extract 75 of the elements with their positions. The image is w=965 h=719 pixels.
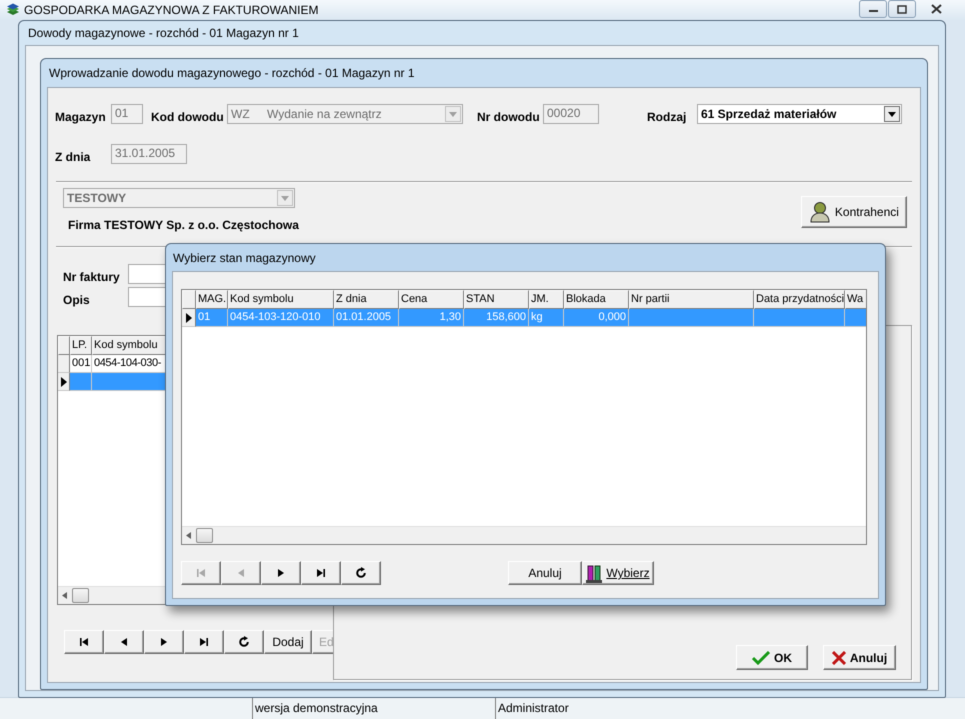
- scrollbar-thumb[interactable]: [72, 588, 89, 603]
- app-title: GOSPODARKA MAGAZYNOWA Z FAKTUROWANIEM: [24, 3, 318, 17]
- table-cell: [845, 309, 866, 327]
- column-header[interactable]: LP.: [70, 336, 92, 355]
- column-header[interactable]: Blokada: [564, 290, 629, 309]
- column-header[interactable]: MAG.: [196, 290, 228, 309]
- field-label: Magazyn: [55, 109, 107, 124]
- last-record-icon: [198, 636, 210, 648]
- field-label: Nr faktury: [63, 269, 121, 284]
- field-label: Z dnia: [55, 149, 92, 164]
- field-label: Nr dowodu: [477, 109, 541, 124]
- table-cell: 0454-103-120-010: [228, 309, 334, 327]
- field-label: Kod dowodu: [151, 109, 225, 124]
- dropdown-arrow-icon: [888, 112, 896, 116]
- add-button[interactable]: Dodaj: [264, 630, 312, 654]
- current-row-icon: [60, 376, 66, 386]
- minimize-button[interactable]: [859, 0, 887, 18]
- column-header[interactable]: Data przydatności: [754, 290, 845, 309]
- scrollbar-thumb[interactable]: [196, 528, 213, 543]
- navigation-button[interactable]: [261, 561, 301, 585]
- first-record-icon: [195, 567, 207, 579]
- dialog-title: Wybierz stan magazynowy: [172, 250, 317, 266]
- column-header[interactable]: Wa: [845, 290, 866, 309]
- column-header[interactable]: JM.: [529, 290, 564, 309]
- window-title: Wprowadzanie dowodu magazynowego - rozchód - 01 Magazyn nr 1: [48, 65, 416, 82]
- ok-button[interactable]: OK: [736, 645, 808, 670]
- navigation-button[interactable]: [184, 630, 224, 654]
- column-header[interactable]: Kod symbolu: [228, 290, 334, 309]
- table-cell: [70, 373, 92, 391]
- last-record-icon: [315, 567, 327, 579]
- field-label: Rodzaj: [647, 109, 688, 124]
- maximize-icon: [897, 4, 907, 14]
- refresh-icon: [355, 567, 367, 579]
- first-record-icon: [78, 636, 90, 648]
- type-dropdown[interactable]: 61 Sprzedaż materiałów: [697, 104, 902, 124]
- scroll-left-icon: [62, 592, 67, 599]
- door-icon: [586, 563, 602, 583]
- dropdown-arrow-icon: [281, 196, 289, 200]
- navigation-button[interactable]: [301, 561, 341, 585]
- scroll-left-icon: [186, 532, 191, 539]
- navigation-button[interactable]: [64, 630, 104, 654]
- contractors-button[interactable]: Kontrahenci: [800, 196, 907, 228]
- navigation-button[interactable]: [224, 630, 264, 654]
- status-text: Administrator: [495, 698, 738, 719]
- horizontal-scrollbar[interactable]: [182, 526, 866, 544]
- person-icon: [808, 201, 831, 223]
- dropdown-arrow-icon: [449, 112, 457, 116]
- window-title: Dowody magazynowe - rozchód - 01 Magazyn nr 1: [27, 25, 300, 42]
- current-row-icon: [186, 312, 192, 322]
- column-header[interactable]: STAN: [464, 290, 529, 309]
- navigation-button[interactable]: [104, 630, 144, 654]
- field-label: Opis: [63, 292, 91, 307]
- refresh-icon: [238, 636, 250, 648]
- table-cell: 0,000: [564, 309, 629, 327]
- navigation-button[interactable]: [341, 561, 381, 585]
- column-header[interactable]: Nr partii: [629, 290, 754, 309]
- company-name: Firma TESTOWY Sp. z o.o. Częstochowa: [68, 218, 299, 232]
- table-cell: 1,30: [399, 309, 464, 327]
- table-cell: kg: [529, 309, 564, 327]
- table-cell: 001: [70, 355, 92, 373]
- choose-button[interactable]: Wybierz: [582, 561, 654, 585]
- table-cell: 158,600: [464, 309, 529, 327]
- close-icon: [832, 650, 846, 664]
- navigation-button[interactable]: [144, 630, 184, 654]
- close-icon: [930, 4, 942, 14]
- maximize-button[interactable]: [888, 0, 916, 18]
- cancel-button[interactable]: Anuluj: [823, 645, 896, 670]
- table-cell: 01: [196, 309, 228, 327]
- column-header[interactable]: Z dnia: [334, 290, 399, 309]
- check-icon: [752, 650, 770, 664]
- status-text: wersja demonstracyjna: [252, 698, 495, 719]
- table-cell: 01.01.2005: [334, 309, 399, 327]
- books-icon: [6, 3, 20, 17]
- column-header[interactable]: Cena: [399, 290, 464, 309]
- cancel-button[interactable]: Anuluj: [508, 561, 582, 585]
